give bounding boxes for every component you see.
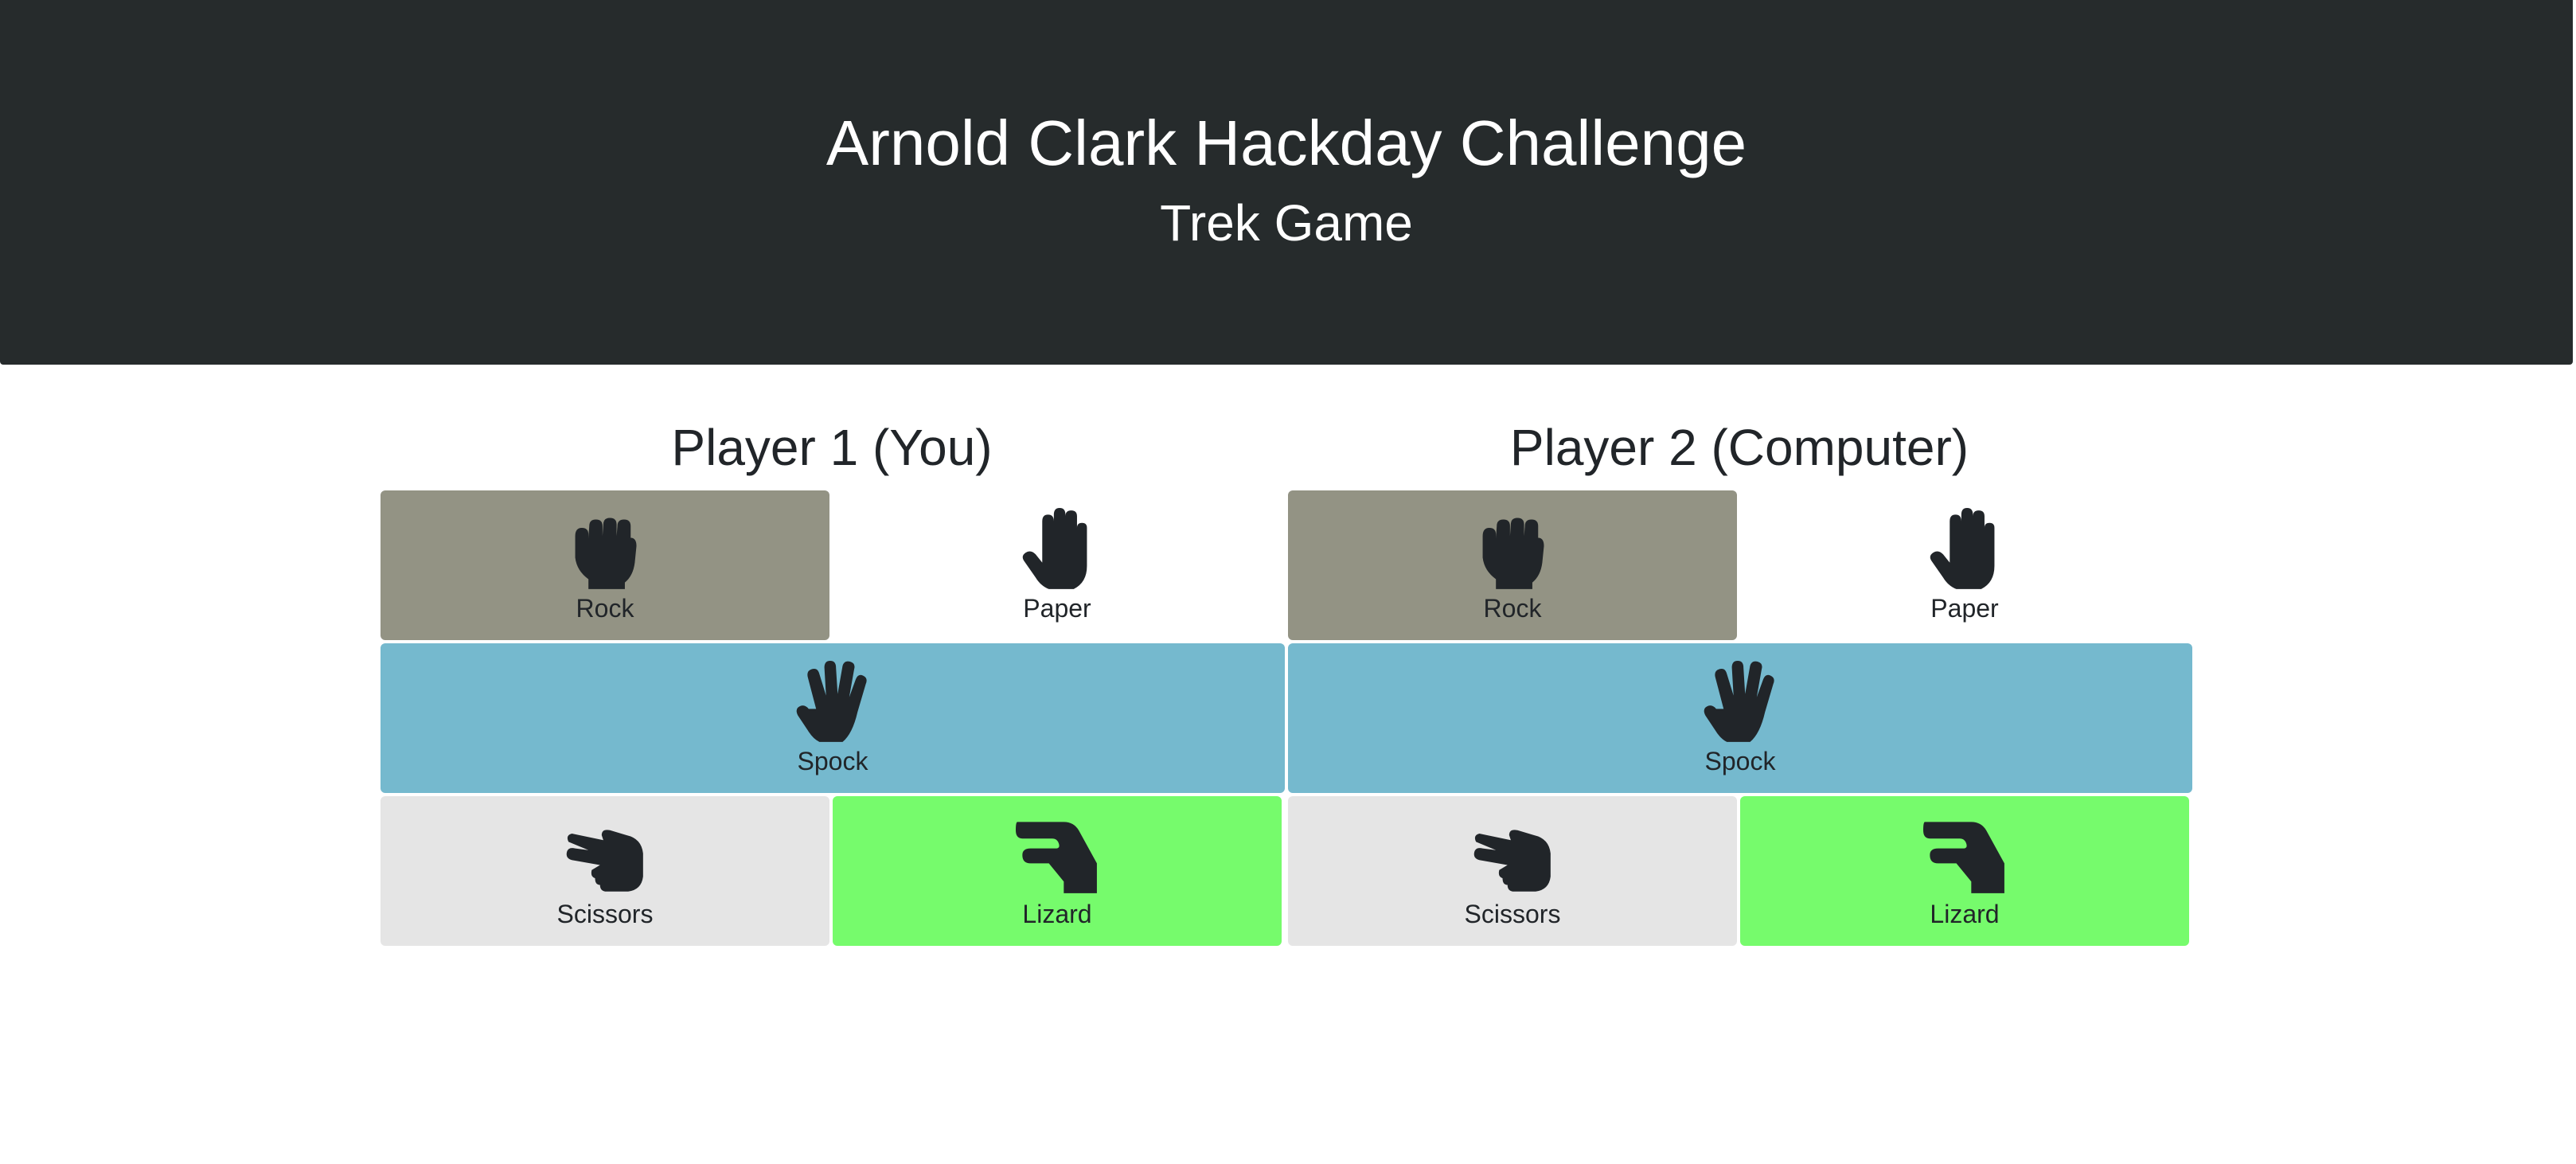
lizard-button[interactable]: Lizard — [1740, 796, 2189, 946]
hand-paper-icon — [1016, 508, 1099, 591]
hand-paper-icon — [1923, 508, 2006, 591]
player-2-panel: Player 2 (Computer) Rock Paper Spock Sci… — [1286, 411, 2192, 946]
scissors-button[interactable]: Scissors — [1288, 796, 1737, 946]
player-2-title: Player 2 (Computer) — [1509, 419, 1969, 476]
paper-button[interactable]: Paper — [1740, 490, 2189, 640]
rock-label: Rock — [1483, 594, 1542, 623]
player-1-panel: Player 1 (You) Rock Paper Spock Scissors — [379, 411, 1285, 946]
page-header: Arnold Clark Hackday Challenge Trek Game — [0, 0, 2573, 365]
spock-label: Spock — [1704, 747, 1776, 775]
lizard-button[interactable]: Lizard — [833, 796, 1282, 946]
hand-spock-icon — [791, 661, 874, 744]
hand-spock-icon — [1699, 661, 1782, 744]
hand-scissors-icon — [1471, 814, 1554, 896]
hand-scissors-icon — [564, 814, 646, 896]
paper-label: Paper — [1023, 594, 1091, 623]
lizard-label: Lizard — [1022, 900, 1092, 928]
lizard-label: Lizard — [1930, 900, 2000, 928]
spock-button[interactable]: Spock — [1288, 643, 2192, 793]
player-1-title: Player 1 (You) — [671, 419, 993, 476]
page-subtitle: Trek Game — [1160, 194, 1413, 252]
hand-lizard-icon — [1923, 814, 2006, 896]
page-title: Arnold Clark Hackday Challenge — [825, 107, 1747, 178]
rock-button[interactable]: Rock — [381, 490, 829, 640]
hand-rock-icon — [564, 508, 646, 591]
player-2-choices: Rock Paper Spock Scissors Lizard — [1286, 490, 2192, 946]
paper-label: Paper — [1930, 594, 1999, 623]
scissors-button[interactable]: Scissors — [381, 796, 829, 946]
spock-button[interactable]: Spock — [381, 643, 1285, 793]
hand-lizard-icon — [1016, 814, 1099, 896]
rock-label: Rock — [576, 594, 634, 623]
spock-label: Spock — [797, 747, 868, 775]
rock-button[interactable]: Rock — [1288, 490, 1737, 640]
player-1-choices: Rock Paper Spock Scissors Lizard — [379, 490, 1285, 946]
hand-rock-icon — [1471, 508, 1554, 591]
scissors-label: Scissors — [556, 900, 654, 928]
scissors-label: Scissors — [1464, 900, 1561, 928]
paper-button[interactable]: Paper — [833, 490, 1282, 640]
